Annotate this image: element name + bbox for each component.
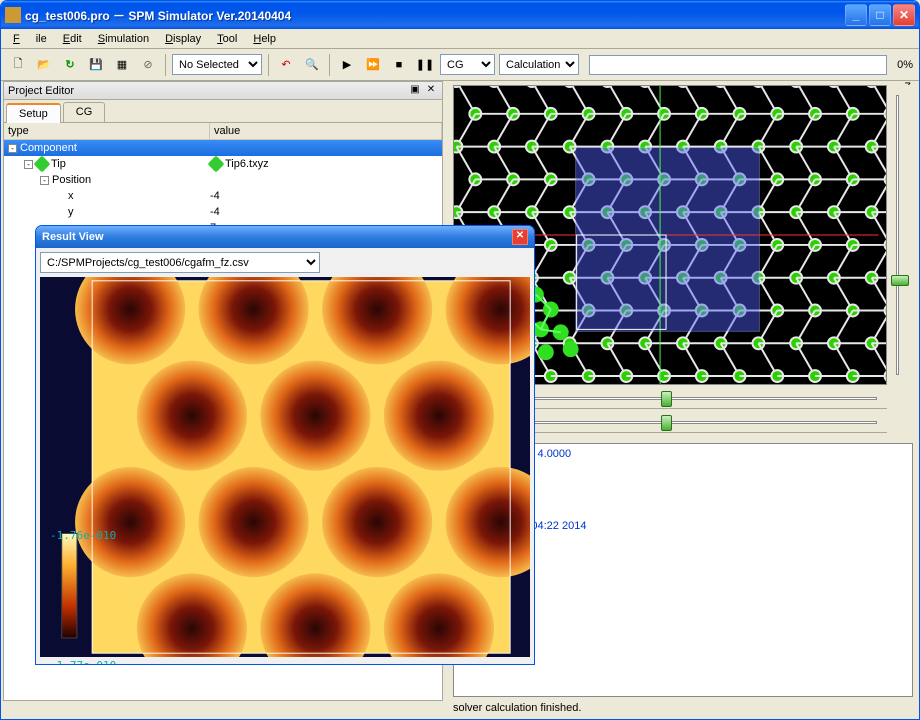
minimize-button[interactable]: _ [845, 4, 867, 26]
column-type[interactable]: type [4, 123, 210, 139]
row-label: x [68, 190, 74, 202]
row-label: y [68, 206, 74, 218]
refresh-button[interactable]: ↻ [59, 54, 81, 76]
row-label: Component [20, 142, 77, 154]
menu-simulation[interactable]: Simulation [90, 31, 157, 47]
expander-icon[interactable]: - [40, 176, 49, 185]
expander-icon[interactable]: - [8, 144, 17, 153]
menu-edit[interactable]: Edit [55, 31, 90, 47]
mode-dropdown[interactable]: Calculation [499, 54, 579, 75]
project-editor-title: Project Editor [8, 85, 74, 97]
save-icon: 💾 [89, 58, 103, 71]
z-slider[interactable] [891, 85, 915, 385]
expander-icon[interactable]: - [24, 160, 33, 169]
z-thumb[interactable] [891, 275, 909, 286]
selection-region [576, 148, 760, 332]
menu-file[interactable]: File [5, 31, 55, 47]
tree-row[interactable]: -Component [4, 140, 442, 156]
solver-dropdown[interactable]: CG [440, 54, 495, 75]
scale-max-label: -1.76e-010 [50, 529, 116, 542]
zoom-in-icon: 🔍 [305, 58, 319, 71]
selection-dropdown[interactable]: No Selected [172, 54, 262, 75]
open-button[interactable]: 📂 [33, 54, 55, 76]
undo-button[interactable]: ↶ [275, 54, 297, 76]
play-icon: ▶ [343, 58, 351, 71]
cancel-icon: ⊘ [143, 58, 152, 71]
row-value: Tip6.txyz [225, 158, 269, 170]
result-file-dropdown[interactable]: C:/SPMProjects/cg_test006/cgafm_fz.csv [40, 252, 320, 273]
menu-tool[interactable]: Tool [209, 31, 245, 47]
main-titlebar[interactable]: cg_test006.pro － SPM Simulator Ver.20140… [1, 1, 919, 29]
pause-button[interactable]: ❚❚ [414, 54, 436, 76]
tab-cg[interactable]: CG [63, 102, 106, 122]
result-titlebar[interactable]: Result View ✕ [36, 226, 534, 248]
node-icon [208, 156, 225, 173]
result-close-button[interactable]: ✕ [512, 229, 528, 245]
row-value: -4 [210, 206, 220, 218]
app-icon [5, 7, 21, 23]
tree-row[interactable]: -Position [4, 172, 442, 188]
separator [268, 54, 269, 76]
toolbar: 🗋 📂 ↻ 💾 ▦ ⊘ No Selected ↶ 🔍 ▶ ⏩ ■ ❚❚ CG … [1, 49, 919, 81]
menu-bar: File Edit Simulation Display Tool Help [1, 29, 919, 49]
status-bar: solver calculation finished. [3, 701, 917, 717]
separator [329, 54, 330, 76]
node-icon [34, 156, 51, 173]
menu-display[interactable]: Display [157, 31, 209, 47]
result-title: Result View [42, 231, 104, 243]
maximize-button[interactable]: □ [869, 4, 891, 26]
result-view-window: Result View ✕ C:/SPMProjects/cg_test006/… [35, 225, 535, 665]
window-title: cg_test006.pro － SPM Simulator Ver.20140… [25, 7, 843, 24]
picture-icon: ▦ [117, 58, 127, 71]
new-button[interactable]: 🗋 [7, 54, 29, 76]
play-button[interactable]: ▶ [336, 54, 358, 76]
zoom-in-button[interactable]: 🔍 [301, 54, 323, 76]
folder-icon: 📂 [37, 58, 51, 71]
tree-row[interactable]: y -4 [4, 204, 442, 220]
row-value: -4 [210, 190, 220, 202]
separator [165, 54, 166, 76]
heightmap-svg [40, 277, 530, 657]
tree-row[interactable]: x -4 [4, 188, 442, 204]
undo-icon: ↶ [281, 58, 290, 71]
menu-help[interactable]: Help [245, 31, 284, 47]
refresh-icon: ↻ [65, 58, 74, 71]
fast-forward-icon: ⏩ [366, 58, 380, 71]
row-label: Position [52, 174, 91, 186]
project-editor-header[interactable]: Project Editor ▣ ✕ [4, 82, 442, 100]
cancel-button[interactable]: ⊘ [137, 54, 159, 76]
stop-button[interactable]: ■ [388, 54, 410, 76]
undock-icon[interactable]: ▣ [408, 84, 422, 98]
scale-min-label: -1.77e-010 [50, 659, 116, 665]
file-icon: 🗋 [14, 55, 23, 74]
stop-icon: ■ [396, 59, 403, 71]
tree-row[interactable]: - Tip Tip6.txyz [4, 156, 442, 172]
result-canvas[interactable]: -1.76e-010 -1.77e-010 [40, 277, 530, 657]
close-icon[interactable]: ✕ [424, 84, 438, 98]
pause-icon: ❚❚ [416, 58, 434, 71]
view-button[interactable]: ▦ [111, 54, 133, 76]
ff-button[interactable]: ⏩ [362, 54, 384, 76]
progress-percent: 0% [897, 59, 913, 71]
tab-setup[interactable]: Setup [6, 103, 61, 123]
row-label: Tip [51, 158, 66, 170]
tree-header: type value [4, 123, 442, 140]
save-button[interactable]: 💾 [85, 54, 107, 76]
column-value[interactable]: value [210, 123, 442, 139]
close-button[interactable]: ✕ [893, 4, 915, 26]
pe-tabs: Setup CG [4, 100, 442, 122]
progress-bar [589, 55, 887, 75]
